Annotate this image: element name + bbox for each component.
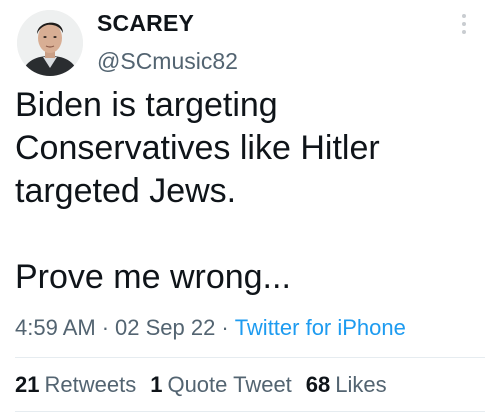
tweet-time[interactable]: 4:59 AM xyxy=(15,315,96,340)
retweets-label: Retweets xyxy=(44,372,137,397)
tweet-text-line: Biden is targeting xyxy=(15,86,278,124)
tweet-card: SCAREY @SCmusic82 Biden is targeting Con… xyxy=(0,0,500,412)
tweet-source-link[interactable]: Twitter for iPhone xyxy=(235,315,406,340)
tweet-meta: 4:59 AM · 02 Sep 22 · Twitter for iPhone xyxy=(15,315,406,341)
retweets-count: 21 xyxy=(15,372,40,397)
retweets-stat[interactable]: 21 Retweets xyxy=(15,372,136,398)
divider xyxy=(15,357,485,358)
quote-tweets-count: 1 xyxy=(150,372,163,397)
more-vertical-icon[interactable] xyxy=(457,14,471,40)
quote-tweets-stat[interactable]: 1 Quote Tweet xyxy=(150,372,292,398)
tweet-text-line: Prove me wrong... xyxy=(15,258,291,296)
meta-separator: · xyxy=(221,315,229,340)
author-handle[interactable]: @SCmusic82 xyxy=(97,48,238,75)
tweet-date[interactable]: 02 Sep 22 xyxy=(115,315,215,340)
author-display-name[interactable]: SCAREY xyxy=(97,10,194,37)
meta-separator: · xyxy=(101,315,110,340)
tweet-stats: 21 Retweets 1 Quote Tweet 68 Likes xyxy=(15,372,401,398)
tweet-text: Biden is targeting Conservatives like Hi… xyxy=(15,84,485,299)
likes-count: 68 xyxy=(305,372,331,397)
likes-label: Likes xyxy=(335,372,387,397)
tweet-text-line: targeted Jews. xyxy=(15,172,237,210)
likes-stat[interactable]: 68 Likes xyxy=(306,372,387,398)
avatar-photo xyxy=(17,10,83,76)
tweet-text-line: Conservatives like Hitler xyxy=(15,129,380,167)
quote-tweets-label: Quote Tweet xyxy=(167,372,292,397)
avatar[interactable] xyxy=(17,10,83,76)
